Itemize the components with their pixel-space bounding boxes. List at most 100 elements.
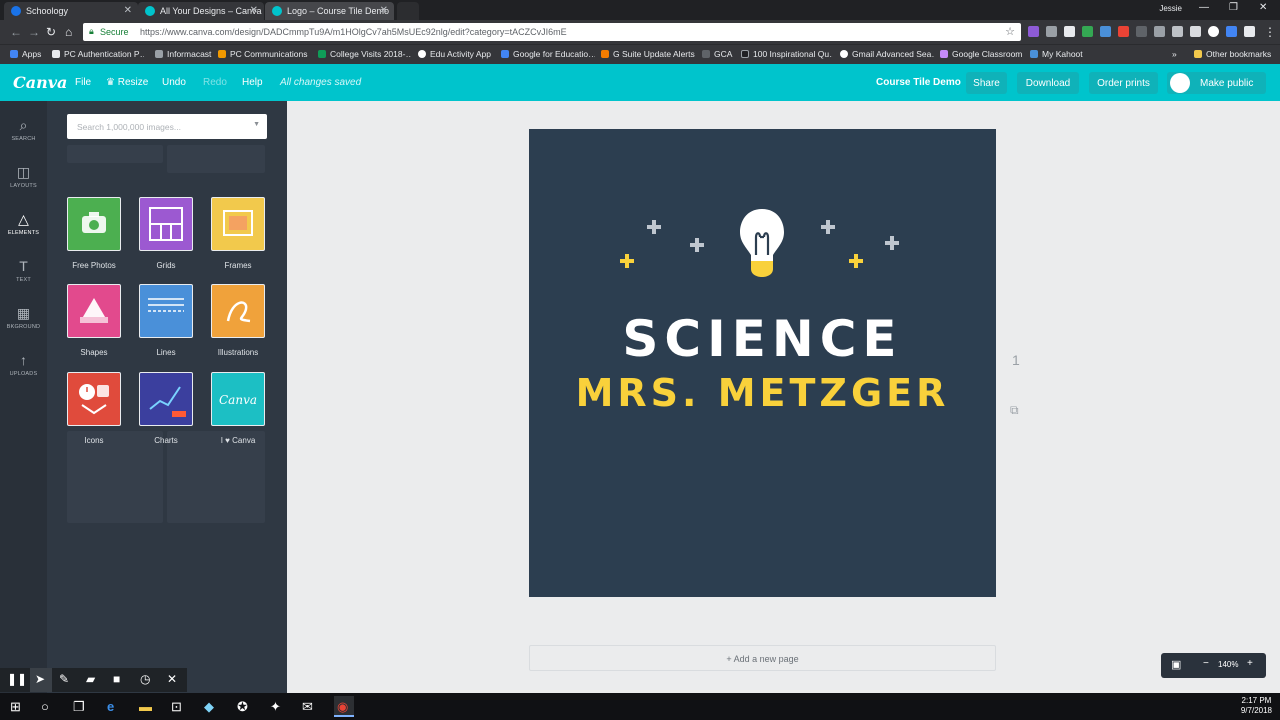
- category-shapes[interactable]: [67, 284, 121, 338]
- bookmark-item[interactable]: Google Classroom: [940, 49, 1024, 59]
- tab-schoology[interactable]: Schoology ✕: [4, 2, 138, 20]
- bookmark-apps[interactable]: Apps: [10, 49, 50, 59]
- category-i-love-canva[interactable]: Canva: [211, 372, 265, 426]
- back-icon[interactable]: ←: [10, 25, 22, 39]
- category-grids[interactable]: [139, 197, 193, 251]
- extension-icon[interactable]: [1046, 26, 1057, 37]
- close-icon[interactable]: ✕: [380, 5, 388, 16]
- make-public-toggle[interactable]: Make public: [1167, 72, 1266, 94]
- order-prints-button[interactable]: Order prints: [1089, 72, 1158, 94]
- file-menu[interactable]: File: [75, 77, 91, 88]
- design-title[interactable]: Course Tile Demo: [876, 77, 961, 88]
- category-frames[interactable]: [211, 197, 265, 251]
- category-charts[interactable]: [139, 372, 193, 426]
- chrome-menu-icon[interactable]: ⋮: [1264, 25, 1276, 39]
- design-page[interactable]: SCIENCE MRS. METZGER: [529, 129, 996, 597]
- tab-course-tile[interactable]: Logo – Course Tile Demo ✕: [265, 2, 394, 20]
- sidebar-item-text[interactable]: T TEXT: [0, 249, 47, 291]
- undo-button[interactable]: Undo: [162, 77, 186, 88]
- redo-button[interactable]: Redo: [203, 77, 227, 88]
- star-icon[interactable]: ☆: [1005, 25, 1015, 38]
- home-icon[interactable]: ⌂: [65, 25, 72, 39]
- extension-icon[interactable]: [1118, 26, 1129, 37]
- bookmark-item[interactable]: College Visits 2018-…: [318, 49, 412, 59]
- pen-icon[interactable]: ✎: [59, 672, 69, 686]
- more-bookmarks-icon[interactable]: »: [1172, 49, 1182, 59]
- search-icon[interactable]: ○: [41, 699, 49, 714]
- extension-icon[interactable]: [1190, 26, 1201, 37]
- copy-page-icon[interactable]: ⧉: [1010, 403, 1019, 418]
- bookmark-item[interactable]: Google for Educatio…: [501, 49, 595, 59]
- zoom-out-button[interactable]: −: [1203, 658, 1209, 669]
- camera-icon[interactable]: ■: [113, 672, 120, 686]
- chevron-down-icon[interactable]: ▼: [253, 121, 260, 128]
- extension-icon[interactable]: [1154, 26, 1165, 37]
- task-view-icon[interactable]: ❐: [73, 699, 85, 715]
- file-explorer-icon[interactable]: ▬: [139, 699, 152, 714]
- subtitle-text[interactable]: MRS. METZGER: [529, 372, 996, 414]
- app-icon[interactable]: ◆: [204, 699, 214, 715]
- minimize-icon[interactable]: —: [1199, 2, 1209, 13]
- forward-icon[interactable]: →: [28, 25, 40, 39]
- bookmark-item[interactable]: PC Communications: [218, 49, 310, 59]
- sidebar-item-search[interactable]: ⌕ SEARCH: [0, 108, 47, 150]
- sidebar-item-elements[interactable]: △ ELEMENTS: [0, 202, 47, 244]
- url-field[interactable]: 🔒︎ Secure https://www.canva.com/design/D…: [83, 23, 1021, 41]
- canva-logo[interactable]: Canva: [13, 73, 67, 92]
- share-button[interactable]: Share: [966, 72, 1007, 94]
- close-icon[interactable]: ✕: [124, 5, 132, 16]
- app-icon[interactable]: ✪: [237, 699, 248, 715]
- category-lines[interactable]: [139, 284, 193, 338]
- highlighter-icon[interactable]: ▰: [86, 672, 95, 686]
- pause-icon[interactable]: ❚❚: [7, 672, 27, 686]
- bookmark-item[interactable]: 100 Inspirational Qu…: [741, 49, 833, 59]
- add-page-button[interactable]: + Add a new page: [529, 645, 996, 671]
- app-icon[interactable]: ✦: [270, 699, 281, 715]
- chrome-icon[interactable]: ◉: [334, 696, 354, 717]
- bookmark-item[interactable]: PC Authentication P…: [52, 49, 144, 59]
- download-button[interactable]: Download: [1017, 72, 1079, 94]
- bookmark-item[interactable]: Gmail Advanced Sea…: [840, 49, 934, 59]
- extension-icon[interactable]: [1100, 26, 1111, 37]
- resize-button[interactable]: ♛ Resize: [106, 77, 148, 88]
- zoom-level[interactable]: 140%: [1218, 660, 1238, 669]
- extension-icon[interactable]: [1064, 26, 1075, 37]
- title-text[interactable]: SCIENCE: [529, 312, 996, 366]
- present-icon[interactable]: ▣: [1171, 658, 1181, 671]
- extension-icon[interactable]: [1244, 26, 1255, 37]
- extension-icon[interactable]: [1028, 26, 1039, 37]
- close-icon[interactable]: ✕: [167, 672, 177, 686]
- mail-icon[interactable]: ✉: [302, 699, 313, 715]
- bookmark-item[interactable]: Informacast: [155, 49, 215, 59]
- edge-icon[interactable]: e: [107, 699, 114, 714]
- url-text[interactable]: https://www.canva.com/design/DADCmmpTu9A…: [140, 27, 567, 37]
- windows-start-icon[interactable]: ⊞: [10, 699, 21, 715]
- extension-icon[interactable]: [1172, 26, 1183, 37]
- category-illustrations[interactable]: [211, 284, 265, 338]
- category-icons[interactable]: [67, 372, 121, 426]
- sidebar-item-background[interactable]: ▦ BKGROUND: [0, 296, 47, 338]
- sidebar-item-layouts[interactable]: ◫ LAYOUTS: [0, 155, 47, 197]
- bookmark-item[interactable]: G Suite Update Alerts: [601, 49, 695, 59]
- extension-icon[interactable]: [1208, 26, 1219, 37]
- image-search-input[interactable]: Search 1,000,000 images... ▼: [67, 114, 267, 139]
- extension-icon[interactable]: [1082, 26, 1093, 37]
- close-window-icon[interactable]: ✕: [1259, 2, 1267, 13]
- help-menu[interactable]: Help: [242, 77, 263, 88]
- reload-icon[interactable]: ↻: [46, 25, 56, 39]
- timer-icon[interactable]: ◷: [140, 672, 150, 686]
- restore-icon[interactable]: ❐: [1229, 2, 1238, 13]
- extension-icon[interactable]: [1226, 26, 1237, 37]
- zoom-in-button[interactable]: +: [1247, 658, 1253, 669]
- extension-icon[interactable]: [1136, 26, 1147, 37]
- close-icon[interactable]: ✕: [250, 5, 258, 16]
- category-free-photos[interactable]: [67, 197, 121, 251]
- bookmark-item[interactable]: My Kahoot: [1030, 49, 1090, 59]
- system-clock[interactable]: 2:17 PM 9/7/2018: [1241, 696, 1272, 716]
- pointer-icon[interactable]: ➤: [30, 668, 52, 692]
- bookmark-item[interactable]: GCA: [702, 49, 736, 59]
- bookmark-item[interactable]: Edu Activity App: [418, 49, 496, 59]
- store-icon[interactable]: ⊡: [171, 699, 182, 715]
- sidebar-item-uploads[interactable]: ↑ UPLOADS: [0, 343, 47, 385]
- new-tab-button[interactable]: [397, 2, 419, 20]
